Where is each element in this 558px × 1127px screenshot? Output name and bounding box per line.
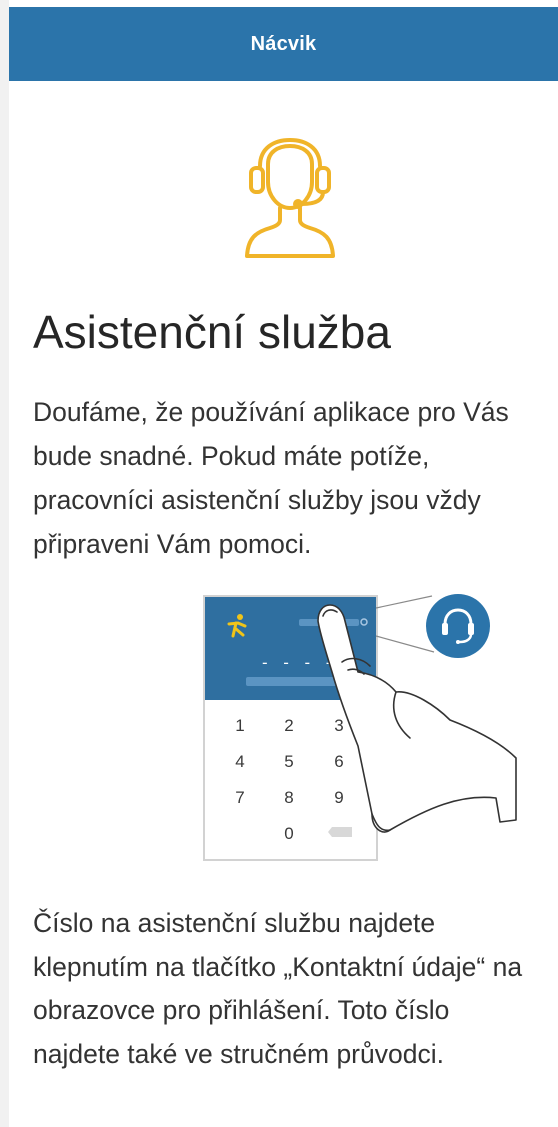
- keypad-key-0: 0: [284, 824, 293, 843]
- headset-support-icon: [245, 138, 335, 258]
- left-edge: [0, 0, 9, 1127]
- keypad-key-6: 6: [334, 752, 343, 771]
- backspace-icon: [328, 827, 352, 837]
- header-title: Nácvik: [250, 32, 317, 55]
- pin-placeholder: - - - -: [260, 653, 334, 672]
- header-bar: Nácvik: [9, 7, 558, 81]
- keypad-key-7: 7: [235, 788, 244, 807]
- contact-info-text: Číslo na asistenční službu najdete klepn…: [33, 908, 523, 1069]
- keypad-key-1: 1: [235, 716, 244, 735]
- keypad-key-8: 8: [284, 788, 293, 807]
- headset-icon: [426, 594, 490, 658]
- keypad-key-3: 3: [334, 716, 343, 735]
- page-title: Asistenční služba: [33, 306, 391, 358]
- keypad-key-4: 4: [235, 752, 244, 771]
- keypad-key-2: 2: [284, 716, 293, 735]
- keypad-illustration: - - - - 1 2 3 4 5 6 7 8 9 0: [203, 594, 517, 861]
- keypad-key-5: 5: [284, 752, 293, 771]
- keypad-key-9: 9: [334, 788, 343, 807]
- tutorial-screen: Nácvik Asistenční služba Doufáme, že pou…: [0, 0, 558, 1127]
- intro-text: Doufáme, že používání aplikace pro Vás b…: [33, 397, 509, 559]
